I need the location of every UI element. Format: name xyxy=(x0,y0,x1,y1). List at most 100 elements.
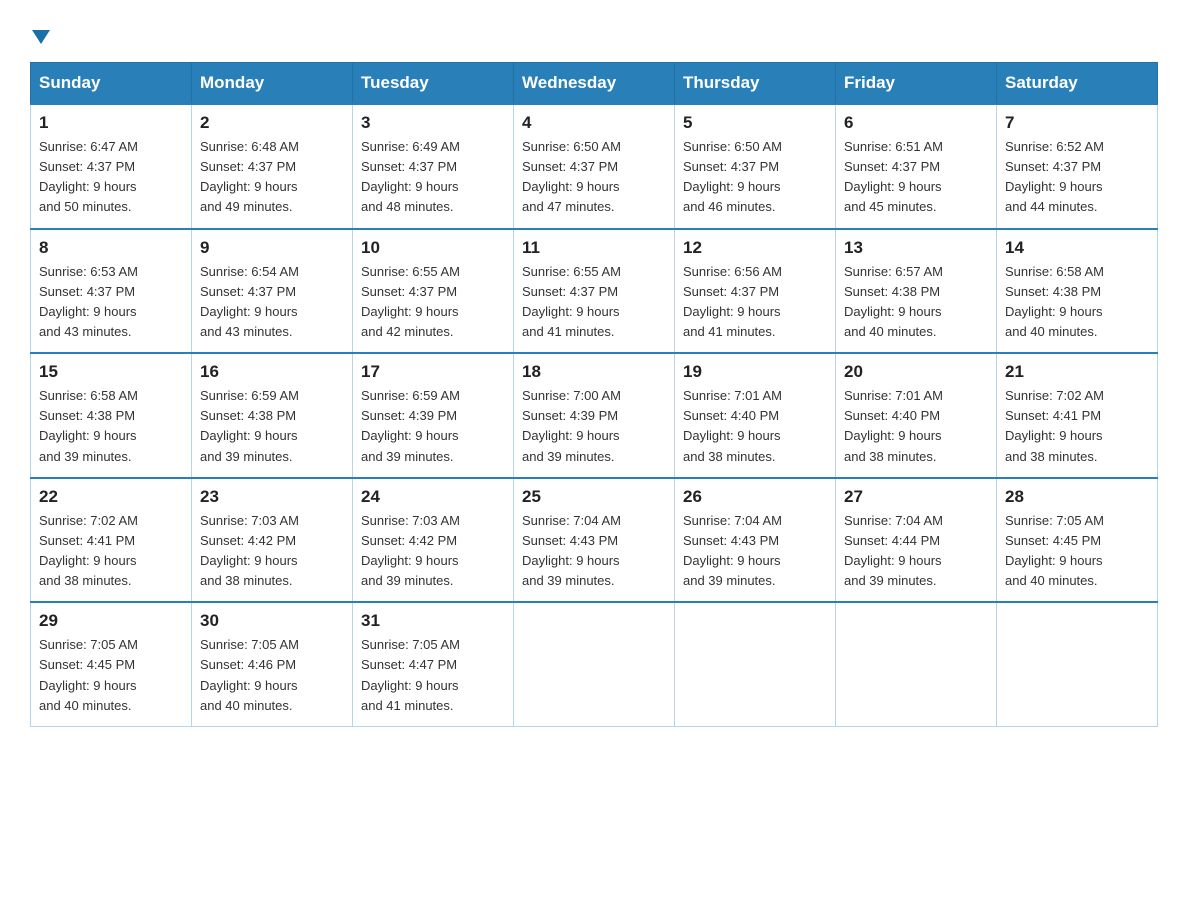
calendar-week-row: 1 Sunrise: 6:47 AMSunset: 4:37 PMDaylight… xyxy=(31,104,1158,229)
calendar-day-cell: 20 Sunrise: 7:01 AMSunset: 4:40 PMDayligh… xyxy=(836,353,997,478)
day-number: 7 xyxy=(1005,113,1149,133)
calendar-day-cell: 30Sunrise: 7:05 AMSunset: 4:46 PMDayligh… xyxy=(192,602,353,726)
day-info: Sunrise: 6:52 AMSunset: 4:37 PMDaylight:… xyxy=(1005,139,1104,214)
day-info: Sunrise: 7:01 AMSunset: 4:40 PMDaylight:… xyxy=(844,388,943,463)
calendar-day-cell xyxy=(836,602,997,726)
day-number: 16 xyxy=(200,362,344,382)
day-number: 24 xyxy=(361,487,505,507)
day-number: 17 xyxy=(361,362,505,382)
day-number: 22 xyxy=(39,487,183,507)
calendar-table: SundayMondayTuesdayWednesdayThursdayFrid… xyxy=(30,62,1158,727)
day-info: Sunrise: 6:49 AMSunset: 4:37 PMDaylight:… xyxy=(361,139,460,214)
day-info: Sunrise: 7:03 AMSunset: 4:42 PMDaylight:… xyxy=(361,513,460,588)
day-info: Sunrise: 6:58 AMSunset: 4:38 PMDaylight:… xyxy=(39,388,138,463)
day-number: 4 xyxy=(522,113,666,133)
day-info: Sunrise: 6:57 AMSunset: 4:38 PMDaylight:… xyxy=(844,264,943,339)
day-number: 10 xyxy=(361,238,505,258)
calendar-day-cell: 23Sunrise: 7:03 AMSunset: 4:42 PMDayligh… xyxy=(192,478,353,603)
day-number: 13 xyxy=(844,238,988,258)
calendar-day-cell: 24 Sunrise: 7:03 AMSunset: 4:42 PMDayligh… xyxy=(353,478,514,603)
calendar-day-cell: 18 Sunrise: 7:00 AMSunset: 4:39 PMDayligh… xyxy=(514,353,675,478)
calendar-day-header: Tuesday xyxy=(353,63,514,105)
day-number: 11 xyxy=(522,238,666,258)
day-info: Sunrise: 7:03 AMSunset: 4:42 PMDaylight:… xyxy=(200,513,299,588)
calendar-day-cell: 16 Sunrise: 6:59 AMSunset: 4:38 PMDayligh… xyxy=(192,353,353,478)
calendar-header-row: SundayMondayTuesdayWednesdayThursdayFrid… xyxy=(31,63,1158,105)
day-number: 15 xyxy=(39,362,183,382)
day-info: Sunrise: 7:05 AMSunset: 4:45 PMDaylight:… xyxy=(1005,513,1104,588)
day-info: Sunrise: 6:58 AMSunset: 4:38 PMDaylight:… xyxy=(1005,264,1104,339)
calendar-week-row: 29 Sunrise: 7:05 AMSunset: 4:45 PMDayligh… xyxy=(31,602,1158,726)
calendar-day-cell: 10Sunrise: 6:55 AMSunset: 4:37 PMDayligh… xyxy=(353,229,514,354)
day-number: 31 xyxy=(361,611,505,631)
logo-triangle-icon xyxy=(32,30,50,44)
calendar-day-cell: 11 Sunrise: 6:55 AMSunset: 4:37 PMDayligh… xyxy=(514,229,675,354)
day-info: Sunrise: 7:02 AMSunset: 4:41 PMDaylight:… xyxy=(1005,388,1104,463)
calendar-day-cell: 14 Sunrise: 6:58 AMSunset: 4:38 PMDayligh… xyxy=(997,229,1158,354)
calendar-day-cell: 26 Sunrise: 7:04 AMSunset: 4:43 PMDayligh… xyxy=(675,478,836,603)
calendar-week-row: 22Sunrise: 7:02 AMSunset: 4:41 PMDayligh… xyxy=(31,478,1158,603)
day-number: 3 xyxy=(361,113,505,133)
calendar-day-cell: 25Sunrise: 7:04 AMSunset: 4:43 PMDayligh… xyxy=(514,478,675,603)
day-info: Sunrise: 6:53 AMSunset: 4:37 PMDaylight:… xyxy=(39,264,138,339)
calendar-day-cell xyxy=(514,602,675,726)
page-header xyxy=(30,20,1158,44)
calendar-day-header: Sunday xyxy=(31,63,192,105)
day-info: Sunrise: 6:56 AMSunset: 4:37 PMDaylight:… xyxy=(683,264,782,339)
calendar-day-cell: 15 Sunrise: 6:58 AMSunset: 4:38 PMDayligh… xyxy=(31,353,192,478)
day-info: Sunrise: 7:04 AMSunset: 4:43 PMDaylight:… xyxy=(683,513,782,588)
day-info: Sunrise: 6:59 AMSunset: 4:39 PMDaylight:… xyxy=(361,388,460,463)
calendar-day-header: Friday xyxy=(836,63,997,105)
day-info: Sunrise: 7:04 AMSunset: 4:43 PMDaylight:… xyxy=(522,513,621,588)
day-number: 19 xyxy=(683,362,827,382)
calendar-day-cell: 22Sunrise: 7:02 AMSunset: 4:41 PMDayligh… xyxy=(31,478,192,603)
day-info: Sunrise: 7:00 AMSunset: 4:39 PMDaylight:… xyxy=(522,388,621,463)
day-number: 8 xyxy=(39,238,183,258)
day-number: 5 xyxy=(683,113,827,133)
day-number: 14 xyxy=(1005,238,1149,258)
day-info: Sunrise: 7:05 AMSunset: 4:46 PMDaylight:… xyxy=(200,637,299,712)
calendar-day-cell: 8 Sunrise: 6:53 AMSunset: 4:37 PMDaylight… xyxy=(31,229,192,354)
calendar-day-cell: 29 Sunrise: 7:05 AMSunset: 4:45 PMDayligh… xyxy=(31,602,192,726)
day-info: Sunrise: 7:05 AMSunset: 4:45 PMDaylight:… xyxy=(39,637,138,712)
day-info: Sunrise: 6:51 AMSunset: 4:37 PMDaylight:… xyxy=(844,139,943,214)
day-number: 26 xyxy=(683,487,827,507)
calendar-week-row: 8 Sunrise: 6:53 AMSunset: 4:37 PMDaylight… xyxy=(31,229,1158,354)
day-number: 1 xyxy=(39,113,183,133)
calendar-day-cell: 4 Sunrise: 6:50 AMSunset: 4:37 PMDaylight… xyxy=(514,104,675,229)
day-info: Sunrise: 6:55 AMSunset: 4:37 PMDaylight:… xyxy=(522,264,621,339)
calendar-day-cell xyxy=(675,602,836,726)
day-info: Sunrise: 6:50 AMSunset: 4:37 PMDaylight:… xyxy=(683,139,782,214)
day-info: Sunrise: 6:54 AMSunset: 4:37 PMDaylight:… xyxy=(200,264,299,339)
day-info: Sunrise: 7:01 AMSunset: 4:40 PMDaylight:… xyxy=(683,388,782,463)
day-number: 29 xyxy=(39,611,183,631)
calendar-day-cell: 9Sunrise: 6:54 AMSunset: 4:37 PMDaylight… xyxy=(192,229,353,354)
day-info: Sunrise: 6:59 AMSunset: 4:38 PMDaylight:… xyxy=(200,388,299,463)
logo xyxy=(30,30,50,44)
calendar-day-header: Monday xyxy=(192,63,353,105)
calendar-day-cell: 21Sunrise: 7:02 AMSunset: 4:41 PMDayligh… xyxy=(997,353,1158,478)
calendar-day-header: Saturday xyxy=(997,63,1158,105)
calendar-day-cell: 12 Sunrise: 6:56 AMSunset: 4:37 PMDayligh… xyxy=(675,229,836,354)
day-number: 12 xyxy=(683,238,827,258)
calendar-day-cell: 31Sunrise: 7:05 AMSunset: 4:47 PMDayligh… xyxy=(353,602,514,726)
calendar-day-cell: 13 Sunrise: 6:57 AMSunset: 4:38 PMDayligh… xyxy=(836,229,997,354)
day-number: 27 xyxy=(844,487,988,507)
day-number: 18 xyxy=(522,362,666,382)
calendar-day-cell: 2Sunrise: 6:48 AMSunset: 4:37 PMDaylight… xyxy=(192,104,353,229)
day-info: Sunrise: 6:50 AMSunset: 4:37 PMDaylight:… xyxy=(522,139,621,214)
calendar-day-cell: 1 Sunrise: 6:47 AMSunset: 4:37 PMDaylight… xyxy=(31,104,192,229)
day-number: 6 xyxy=(844,113,988,133)
day-info: Sunrise: 7:04 AMSunset: 4:44 PMDaylight:… xyxy=(844,513,943,588)
calendar-day-header: Thursday xyxy=(675,63,836,105)
day-number: 28 xyxy=(1005,487,1149,507)
calendar-week-row: 15 Sunrise: 6:58 AMSunset: 4:38 PMDayligh… xyxy=(31,353,1158,478)
day-info: Sunrise: 6:47 AMSunset: 4:37 PMDaylight:… xyxy=(39,139,138,214)
calendar-day-cell: 7 Sunrise: 6:52 AMSunset: 4:37 PMDaylight… xyxy=(997,104,1158,229)
calendar-day-cell xyxy=(997,602,1158,726)
calendar-day-cell: 19 Sunrise: 7:01 AMSunset: 4:40 PMDayligh… xyxy=(675,353,836,478)
day-number: 20 xyxy=(844,362,988,382)
calendar-day-cell: 6 Sunrise: 6:51 AMSunset: 4:37 PMDaylight… xyxy=(836,104,997,229)
calendar-day-cell: 27 Sunrise: 7:04 AMSunset: 4:44 PMDayligh… xyxy=(836,478,997,603)
calendar-day-cell: 3 Sunrise: 6:49 AMSunset: 4:37 PMDaylight… xyxy=(353,104,514,229)
